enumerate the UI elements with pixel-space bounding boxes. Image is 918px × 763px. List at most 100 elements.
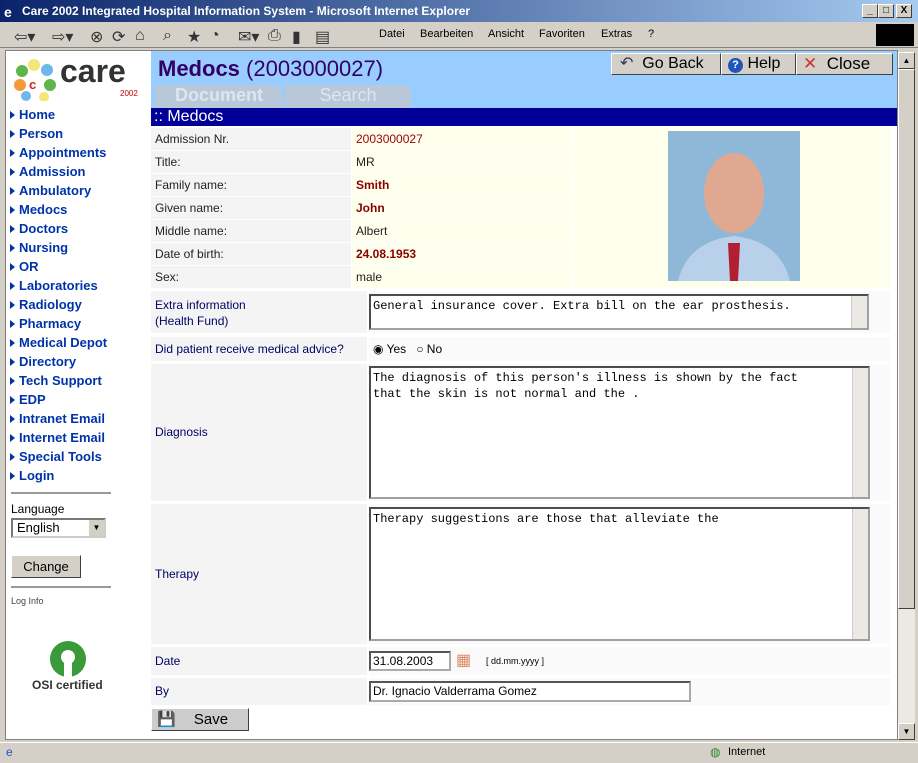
sidebar-item-special-tools[interactable]: Special Tools: [10, 449, 102, 464]
sidebar-item-doctors[interactable]: Doctors: [10, 221, 68, 236]
language-label: Language: [11, 502, 65, 516]
date-format-hint: [ dd.mm.yyyy ]: [486, 656, 545, 666]
sidebar-item-nursing[interactable]: Nursing: [10, 240, 68, 255]
log-info-link[interactable]: Log Info: [11, 596, 44, 606]
print-icon[interactable]: ⎙: [268, 27, 281, 45]
date-cell: 31.08.2003 ▦ [ dd.mm.yyyy ]: [369, 647, 890, 675]
menu-favoriten[interactable]: Favoriten: [539, 28, 585, 40]
diagnosis-textarea[interactable]: The diagnosis of this person's illness i…: [369, 366, 870, 499]
sidebar-item-appointments[interactable]: Appointments: [10, 145, 106, 160]
page-scrollbar[interactable]: ▲ ▼: [898, 52, 915, 740]
admission-number: (2003000027): [246, 56, 384, 81]
svg-text:c: c: [29, 77, 36, 92]
sidebar-item-login[interactable]: Login: [10, 468, 54, 483]
scroll-down-button[interactable]: ▼: [898, 723, 915, 740]
date-input[interactable]: 31.08.2003: [369, 651, 451, 671]
forward-icon[interactable]: ⇨▾: [52, 27, 73, 47]
favorites-icon[interactable]: ★: [187, 27, 201, 47]
status-bar: e ◍ Internet: [0, 742, 918, 763]
go-back-button[interactable]: ↶ Go Back: [611, 53, 721, 75]
scroll-thumb[interactable]: [898, 69, 915, 609]
diagnosis-value: The diagnosis of this person's illness i…: [373, 371, 798, 401]
sidebar-item-pharmacy[interactable]: Pharmacy: [10, 316, 81, 331]
scrollbar[interactable]: [851, 296, 867, 328]
close-icon: ✕: [803, 54, 818, 73]
close-button[interactable]: ✕ Close: [796, 53, 893, 75]
sidebar-item-ambulatory[interactable]: Ambulatory: [10, 183, 91, 198]
sidebar: c care 2002 Home Person Appointments Admiss…: [6, 51, 151, 739]
by-input[interactable]: Dr. Ignacio Valderrama Gomez: [369, 681, 691, 702]
menu-extras[interactable]: Extras: [601, 28, 632, 40]
minimize-button[interactable]: _: [862, 4, 878, 18]
advice-no-label: No: [426, 342, 443, 356]
mail-icon[interactable]: ✉▾: [238, 27, 259, 47]
care-logo-dots-icon: c: [14, 59, 56, 102]
advice-yes-label: Yes: [386, 342, 407, 356]
by-cell: Dr. Ignacio Valderrama Gomez: [369, 678, 890, 705]
help-icon: ?: [728, 58, 743, 73]
home-icon[interactable]: ⌂: [135, 27, 145, 45]
sidebar-item-tech-support[interactable]: Tech Support: [10, 373, 102, 388]
patient-field-label: Sex:: [151, 266, 351, 288]
advice-no-radio[interactable]: ○: [416, 342, 423, 356]
menu-help[interactable]: ?: [648, 28, 654, 40]
sidebar-item-edp[interactable]: EDP: [10, 392, 46, 407]
undo-icon: ↶: [620, 55, 634, 72]
change-button[interactable]: Change: [11, 555, 81, 578]
close-window-button[interactable]: X: [896, 4, 912, 18]
menu-datei[interactable]: Datei: [379, 28, 405, 40]
save-button[interactable]: 💾 Save: [151, 708, 249, 731]
refresh-icon[interactable]: ⟳: [112, 27, 125, 47]
patient-field-label: Admission Nr.: [151, 128, 351, 150]
patient-field-label: Title:: [151, 151, 351, 173]
page-icon: e: [6, 745, 13, 759]
history-icon[interactable]: ◔: [210, 27, 220, 45]
page-title-text: Medocs: [158, 56, 240, 81]
sidebar-item-or[interactable]: OR: [10, 259, 39, 274]
sidebar-item-admission[interactable]: Admission: [10, 164, 85, 179]
edit-icon[interactable]: ▮: [292, 27, 301, 47]
sidebar-item-radiology[interactable]: Radiology: [10, 297, 82, 312]
advice-yes-radio[interactable]: ◉: [373, 342, 383, 356]
divider: [11, 492, 111, 494]
page-title: Medocs (2003000027): [158, 56, 383, 82]
close-label: Close: [826, 54, 871, 73]
language-select[interactable]: English ▼: [11, 518, 106, 538]
therapy-textarea[interactable]: Therapy suggestions are those that allev…: [369, 507, 870, 641]
scrollbar[interactable]: [852, 368, 868, 497]
tab-document[interactable]: Document: [155, 85, 283, 108]
extra-info-label: Extra information (Health Fund): [151, 291, 367, 333]
back-icon[interactable]: ⇦▾: [14, 27, 35, 47]
sidebar-item-home[interactable]: Home: [10, 107, 55, 122]
search-icon[interactable]: ⌕: [163, 27, 172, 45]
patient-field-value: John: [352, 197, 570, 219]
discuss-icon[interactable]: ▤: [315, 27, 330, 47]
tab-search[interactable]: Search: [285, 85, 411, 108]
sidebar-item-medocs[interactable]: Medocs: [10, 202, 67, 217]
sidebar-item-intranet-email[interactable]: Intranet Email: [10, 411, 105, 426]
sidebar-item-internet-email[interactable]: Internet Email: [10, 430, 105, 445]
scrollbar[interactable]: [852, 509, 868, 639]
patient-field-value: Albert: [352, 220, 570, 242]
menu-ansicht[interactable]: Ansicht: [488, 28, 524, 40]
patient-photo: [668, 131, 800, 281]
sidebar-item-person[interactable]: Person: [10, 126, 63, 141]
sidebar-item-laboratories[interactable]: Laboratories: [10, 278, 98, 293]
menu-bearbeiten[interactable]: Bearbeiten: [420, 28, 473, 40]
maximize-button[interactable]: □: [878, 4, 894, 18]
stop-icon[interactable]: ⊗: [90, 27, 103, 47]
ie-icon: e: [4, 4, 12, 20]
scroll-up-button[interactable]: ▲: [898, 52, 915, 69]
advice-cell: ◉ Yes ○ No: [369, 337, 890, 361]
extra-info-textarea[interactable]: General insurance cover. Extra bill on t…: [369, 294, 869, 330]
calendar-icon[interactable]: ▦: [456, 650, 471, 670]
extra-info-label-1: Extra information: [155, 298, 246, 312]
sidebar-item-medical-depot[interactable]: Medical Depot: [10, 335, 107, 350]
window-title: Care 2002 Integrated Hospital Informatio…: [0, 0, 918, 22]
patient-field-value: Smith: [352, 174, 570, 196]
chevron-down-icon[interactable]: ▼: [89, 520, 104, 536]
sidebar-item-directory[interactable]: Directory: [10, 354, 76, 369]
patient-field-label: Middle name:: [151, 220, 351, 242]
go-back-label: Go Back: [642, 55, 704, 72]
help-button[interactable]: ? Help: [721, 53, 796, 75]
